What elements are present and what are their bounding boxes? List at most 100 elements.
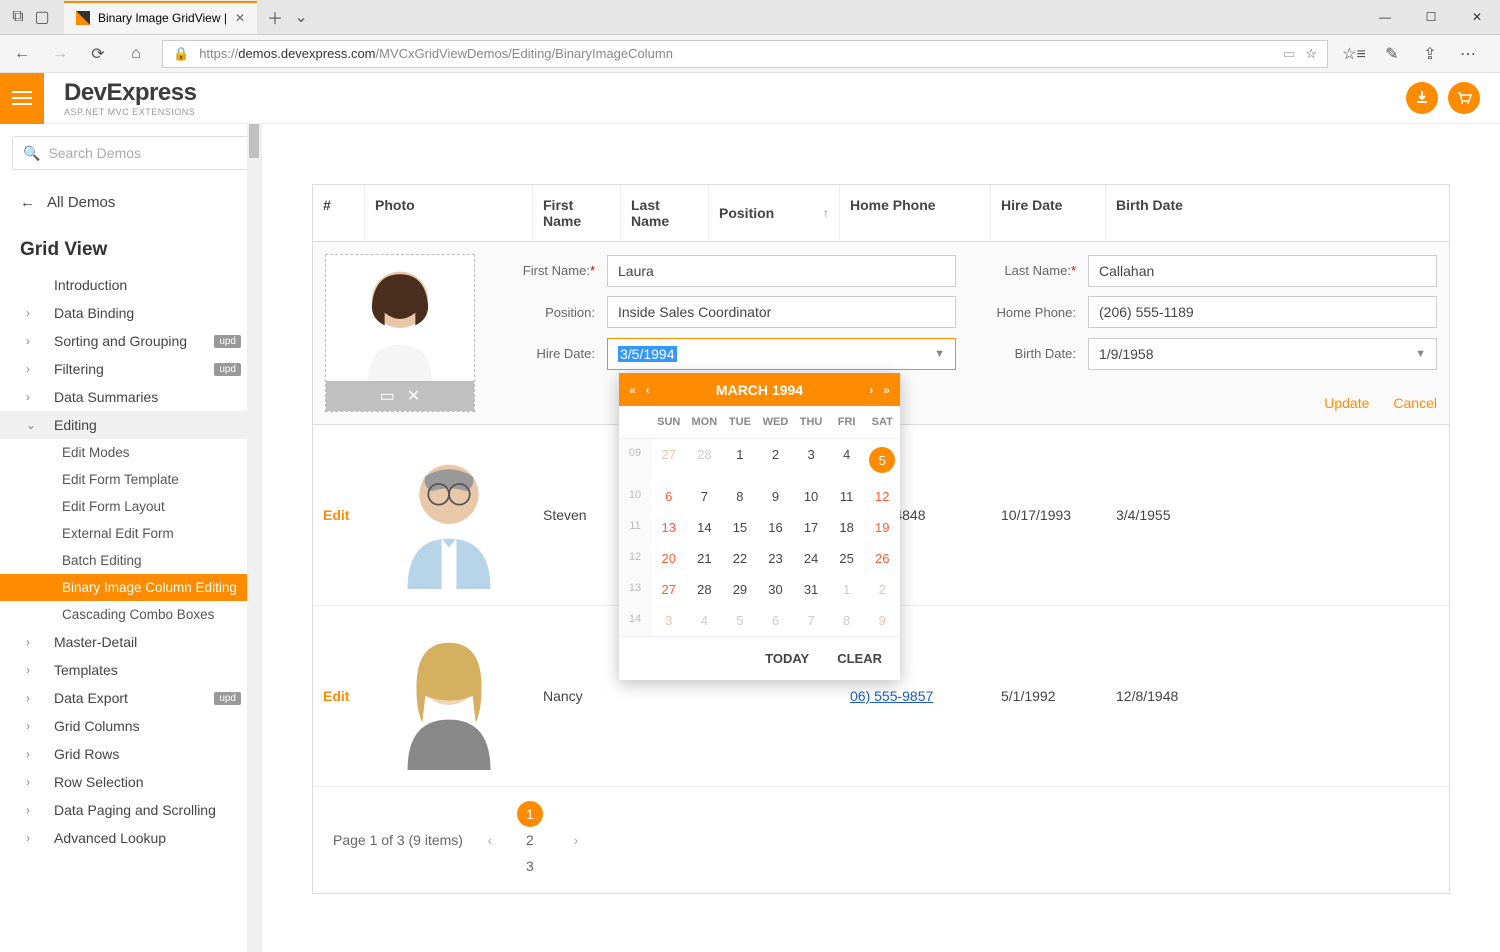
sidebar-item[interactable]: ›Grid Rows: [0, 740, 261, 768]
col-position[interactable]: Position↑: [709, 185, 840, 241]
scrollbar-thumb[interactable]: [249, 124, 259, 158]
calendar-day[interactable]: 12: [864, 481, 900, 512]
phone-input[interactable]: [1088, 296, 1437, 328]
sidebar-item[interactable]: Cascading Combo Boxes: [0, 601, 261, 628]
sidebar-item[interactable]: Introduction: [0, 271, 261, 299]
calendar-day[interactable]: 28: [687, 439, 723, 481]
sidebar-item[interactable]: ›Advanced Lookup: [0, 824, 261, 852]
page-button[interactable]: 3: [517, 853, 543, 879]
calendar-day[interactable]: 2: [864, 574, 900, 605]
calendar-day[interactable]: 21: [687, 543, 723, 574]
favorite-icon[interactable]: ☆: [1305, 46, 1317, 62]
calendar-day[interactable]: 16: [758, 512, 794, 543]
phone-link[interactable]: 06) 555-9857: [850, 688, 933, 704]
calendar-day[interactable]: 11: [829, 481, 865, 512]
next-year-icon[interactable]: »: [883, 383, 890, 397]
tab-menu-icon[interactable]: ⌄: [293, 9, 309, 25]
url-input[interactable]: 🔒 https://demos.devexpress.com/MVCxGridV…: [162, 40, 1328, 68]
sidebar-item[interactable]: Binary Image Column Editing: [0, 574, 261, 601]
sidebar-item[interactable]: ›Templates: [0, 656, 261, 684]
calendar-day[interactable]: 14: [687, 512, 723, 543]
calendar-day[interactable]: 1: [829, 574, 865, 605]
sidebar-item[interactable]: ›Filteringupd: [0, 355, 261, 383]
tab-aside-icon[interactable]: ▢: [34, 9, 50, 25]
col-hash[interactable]: #: [313, 185, 365, 241]
calendar-day[interactable]: 20: [651, 543, 687, 574]
clear-button[interactable]: CLEAR: [837, 651, 882, 666]
sidebar-item[interactable]: ›Master-Detail: [0, 628, 261, 656]
home-button[interactable]: ⌂: [124, 42, 148, 66]
calendar-day[interactable]: 7: [687, 481, 723, 512]
col-hire[interactable]: Hire Date: [991, 185, 1106, 241]
sidebar-item[interactable]: Edit Modes: [0, 439, 261, 466]
download-button[interactable]: [1406, 82, 1438, 114]
sidebar-item[interactable]: ›Data Binding: [0, 299, 261, 327]
sidebar-item[interactable]: External Edit Form: [0, 520, 261, 547]
refresh-button[interactable]: ⟳: [86, 42, 110, 66]
hire-date-input[interactable]: 3/5/1994▼: [607, 338, 956, 370]
col-first-name[interactable]: First Name: [533, 185, 621, 241]
calendar-day[interactable]: 10: [793, 481, 829, 512]
close-button[interactable]: ✕: [1454, 1, 1500, 34]
sidebar-item[interactable]: ›Row Selection: [0, 768, 261, 796]
update-button[interactable]: Update: [1324, 395, 1369, 413]
calendar-day[interactable]: 22: [722, 543, 758, 574]
search-input[interactable]: 🔍 Search Demos: [12, 136, 249, 170]
page-button[interactable]: 1: [517, 801, 543, 827]
sidebar-item[interactable]: ⌄Editing: [0, 411, 261, 439]
sidebar-item[interactable]: ›Data Summaries: [0, 383, 261, 411]
next-page-icon[interactable]: ›: [563, 827, 589, 853]
col-phone[interactable]: Home Phone: [840, 185, 991, 241]
calendar-day[interactable]: 28: [687, 574, 723, 605]
calendar-day[interactable]: 13: [651, 512, 687, 543]
all-demos-link[interactable]: ← All Demos: [0, 182, 261, 223]
new-tab-icon[interactable]: ＋: [267, 9, 283, 25]
prev-year-icon[interactable]: «: [629, 383, 636, 397]
calendar-day[interactable]: 5: [864, 439, 900, 481]
edit-link[interactable]: Edit: [313, 678, 365, 714]
calendar-day[interactable]: 31: [793, 574, 829, 605]
minimize-button[interactable]: —: [1362, 1, 1408, 34]
calendar-day[interactable]: 4: [687, 605, 723, 636]
sidebar-item[interactable]: Batch Editing: [0, 547, 261, 574]
calendar-day[interactable]: 7: [793, 605, 829, 636]
calendar-day[interactable]: 6: [758, 605, 794, 636]
calendar-day[interactable]: 2: [758, 439, 794, 481]
calendar-day[interactable]: 4: [829, 439, 865, 481]
calendar-day[interactable]: 30: [758, 574, 794, 605]
calendar-day[interactable]: 19: [864, 512, 900, 543]
photo-upload[interactable]: ▭ ✕: [325, 254, 475, 412]
scrollbar-track[interactable]: [247, 124, 261, 952]
share-icon[interactable]: ⇪: [1418, 42, 1442, 66]
calendar-day[interactable]: 3: [651, 605, 687, 636]
calendar-day[interactable]: 9: [864, 605, 900, 636]
last-name-input[interactable]: [1088, 255, 1437, 287]
reading-icon[interactable]: ▭: [1283, 46, 1295, 62]
back-button[interactable]: ←: [10, 42, 34, 66]
tab-overlap-icon[interactable]: ⧉: [10, 9, 26, 25]
calendar-day[interactable]: 29: [722, 574, 758, 605]
calendar-day[interactable]: 27: [651, 574, 687, 605]
prev-month-icon[interactable]: ‹: [646, 383, 650, 397]
calendar-day[interactable]: 5: [722, 605, 758, 636]
next-month-icon[interactable]: ›: [869, 383, 873, 397]
notes-icon[interactable]: ✎: [1380, 42, 1404, 66]
close-icon[interactable]: ✕: [407, 386, 420, 406]
sidebar-item[interactable]: Edit Form Layout: [0, 493, 261, 520]
favorites-icon[interactable]: ☆≡: [1342, 42, 1366, 66]
folder-icon[interactable]: ▭: [380, 386, 395, 406]
prev-page-icon[interactable]: ‹: [477, 827, 503, 853]
col-last-name[interactable]: Last Name: [621, 185, 709, 241]
edit-link[interactable]: Edit: [313, 497, 365, 533]
calendar-day[interactable]: 8: [722, 481, 758, 512]
calendar-day[interactable]: 24: [793, 543, 829, 574]
calendar-day[interactable]: 3: [793, 439, 829, 481]
calendar-day[interactable]: 17: [793, 512, 829, 543]
sidebar-item[interactable]: ›Data Exportupd: [0, 684, 261, 712]
cancel-button[interactable]: Cancel: [1393, 395, 1437, 413]
sidebar-item[interactable]: ›Grid Columns: [0, 712, 261, 740]
calendar-title[interactable]: MARCH 1994: [716, 382, 803, 398]
calendar-day[interactable]: 8: [829, 605, 865, 636]
first-name-input[interactable]: [607, 255, 956, 287]
calendar-day[interactable]: 26: [864, 543, 900, 574]
